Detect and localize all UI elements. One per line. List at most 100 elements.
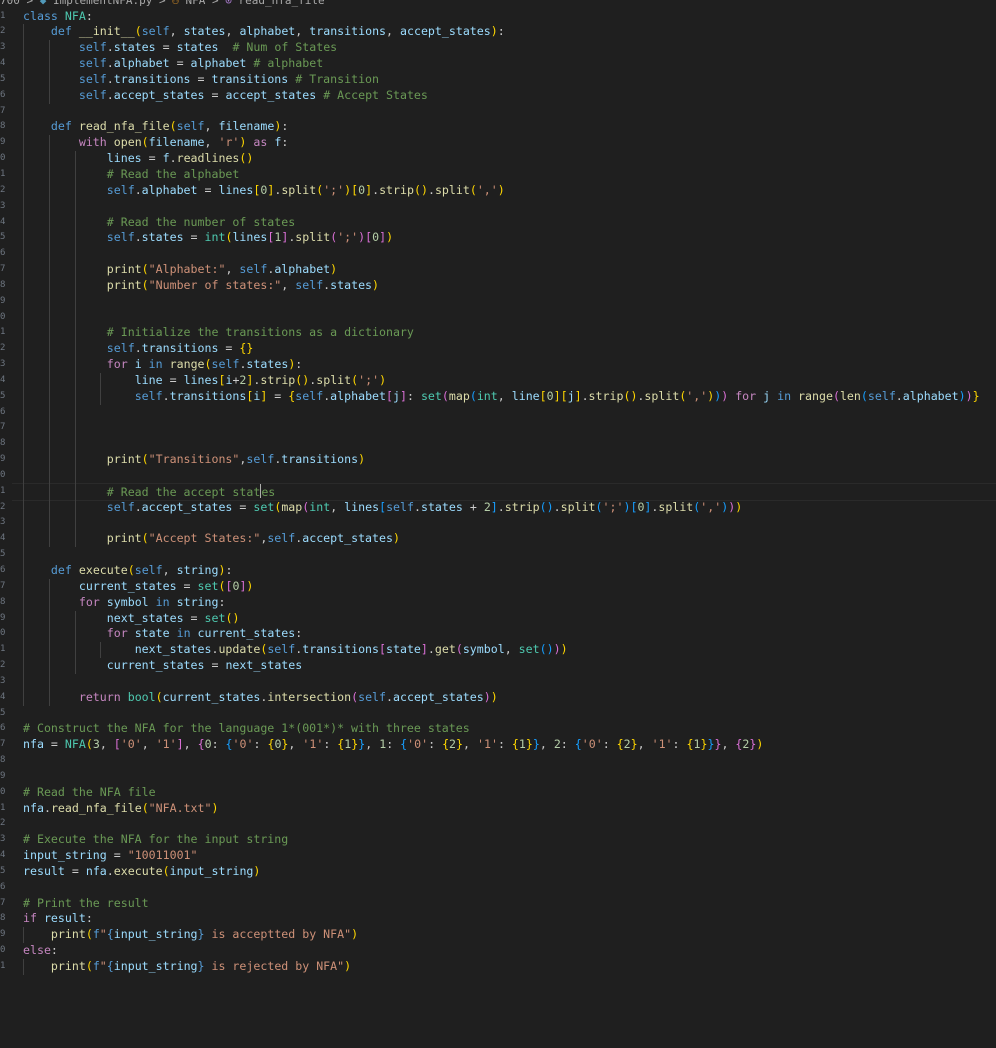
code-line[interactable]: nfa.read_nfa_file("NFA.txt") [23,801,218,817]
code-line[interactable]: current_states = next_states [23,658,302,674]
indent-guide [23,325,24,342]
indent-guide [23,182,24,199]
code-line[interactable]: # Read the number of states [23,215,295,231]
code-line[interactable]: self.alphabet = alphabet # alphabet [23,56,323,72]
code-line[interactable]: self.states = int(lines[1].split(';')[0]… [23,230,393,246]
indent-guide [74,325,76,342]
indent-guide [23,563,24,579]
indent-guide [23,198,24,215]
code-line[interactable]: # Initialize the transitions as a dictio… [23,325,414,341]
indent-guide [23,420,24,437]
indent-guide [48,214,50,231]
code-line[interactable]: self.accept_states = set(map(int, lines[… [23,500,742,516]
indent-guide [48,87,50,104]
indent-guide [74,357,76,373]
code-line[interactable]: with open(filename, 'r') as f: [23,135,288,151]
indent-guide [23,547,24,563]
indent-guide [23,499,24,516]
code-line[interactable]: def execute(self, string): [23,563,233,579]
indent-guide [23,452,24,468]
indent-guide [23,959,24,975]
indent-guide [23,927,24,944]
code-line[interactable]: current_states = set([0]) [23,579,254,595]
code-line[interactable]: self.transitions[i] = {self.alphabet[j]:… [23,389,980,405]
indent-guide [23,436,24,453]
code-line[interactable]: for symbol in string: [23,595,226,611]
indent-guide [74,167,76,183]
code-line[interactable]: print("Accept States:",self.accept_state… [23,531,400,547]
code-line[interactable]: nfa = NFA(3, ['0', '1'], {0: {'0': {0}, … [23,737,763,753]
indent-guide [74,246,76,263]
code-line[interactable]: print("Alphabet:", self.alphabet) [23,262,337,278]
indent-guide [48,404,50,421]
indent-guide [23,24,24,41]
code-line[interactable]: print("Number of states:", self.states) [23,278,379,294]
code-editor[interactable]: class NFA: def __init__(self, states, al… [0,0,996,1048]
code-line[interactable]: if result: [23,911,93,927]
indent-guide [23,467,24,484]
indent-guide [74,198,76,215]
indent-guide [74,388,76,405]
indent-guide [74,277,76,294]
indent-guide [23,71,24,88]
indent-guide [23,404,24,421]
indent-guide [48,388,50,405]
indent-guide [74,483,76,500]
indent-guide [23,515,24,532]
code-line[interactable]: input_string = "10011001" [23,848,198,864]
indent-guide [74,452,76,468]
code-line[interactable]: line = lines[i+2].strip().split(';') [23,373,386,389]
indent-guide [48,71,50,88]
indent-guide [23,578,24,595]
code-line[interactable]: # Read the alphabet [23,167,240,183]
indent-guide [74,372,76,389]
indent-guide [48,230,50,247]
code-line[interactable]: # Construct the NFA for the language 1*(… [23,721,470,737]
code-line[interactable]: next_states.update(self.transitions[stat… [23,642,568,658]
code-line[interactable]: for i in range(self.states): [23,357,303,373]
code-line[interactable]: # Read the accept states [23,483,275,500]
indent-guide [23,262,24,278]
code-line[interactable]: self.transitions = {} [23,341,254,357]
indent-guide [48,515,50,532]
indent-guide [74,341,76,358]
indent-guide [100,372,102,389]
code-line[interactable]: print(f"{input_string} is acceptted by N… [23,927,358,943]
code-line[interactable]: # Execute the NFA for the input string [23,832,288,848]
code-line[interactable]: for state in current_states: [23,626,303,642]
indent-guide [48,341,50,358]
indent-guide [23,87,24,104]
indent-guide [48,198,50,215]
indent-guide [23,119,24,136]
code-line[interactable]: def __init__(self, states, alphabet, tra… [23,24,505,40]
code-line[interactable]: self.alphabet = lines[0].split(';')[0].s… [23,183,505,199]
indent-guide [48,483,50,500]
code-line[interactable]: result = nfa.execute(input_string) [23,864,260,880]
code-line[interactable]: class NFA: [23,9,93,25]
indent-guide [23,626,24,643]
indent-guide [23,246,24,263]
indent-guide [23,309,24,326]
indent-guide [48,293,50,310]
indent-guide [48,309,50,326]
indent-guide [48,452,50,468]
indent-guide [48,277,50,294]
code-line[interactable]: lines = f.readlines() [23,151,254,167]
indent-guide [48,626,50,643]
code-line[interactable]: else: [23,943,58,959]
code-line[interactable]: return bool(current_states.intersection(… [23,690,498,706]
code-line[interactable]: self.accept_states = accept_states # Acc… [23,88,428,104]
code-line[interactable]: next_states = set() [23,611,240,627]
indent-guide [23,40,24,57]
indent-guide [48,610,50,627]
code-line[interactable]: self.transitions = transitions # Transit… [23,72,379,88]
code-line[interactable]: # Print the result [23,896,149,912]
indent-guide [48,40,50,57]
code-line[interactable]: def read_nfa_file(self, filename): [23,119,288,135]
indent-guide [23,594,24,611]
code-line[interactable]: self.states = states # Num of States [23,40,337,56]
indent-guide [23,56,24,72]
code-line[interactable]: # Read the NFA file [23,785,156,801]
code-line[interactable]: print(f"{input_string} is rejected by NF… [23,959,351,975]
indent-guide [23,483,24,500]
